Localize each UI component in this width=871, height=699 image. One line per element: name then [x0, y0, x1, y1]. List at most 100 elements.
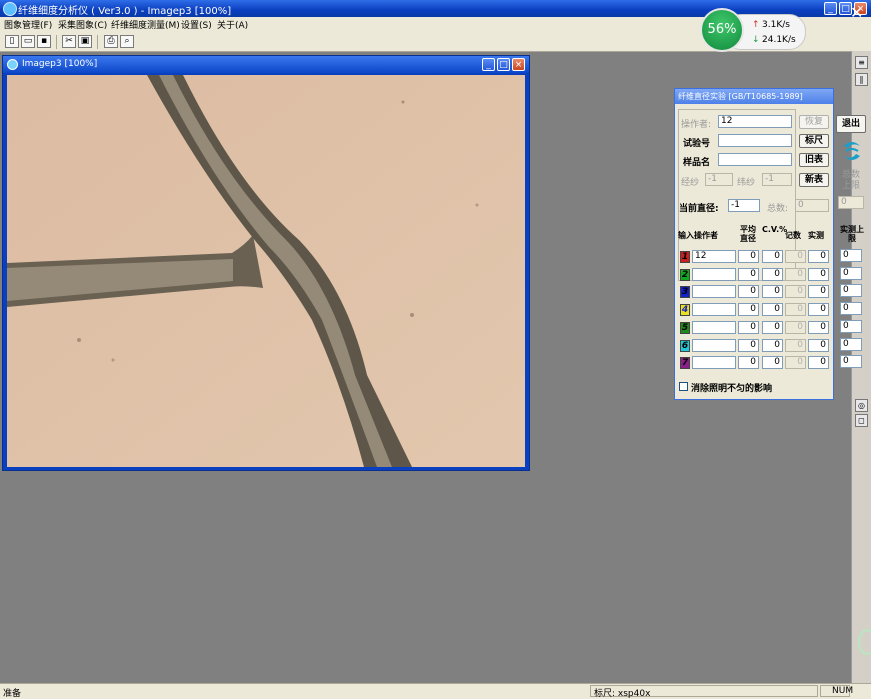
image-window-title: Imagep3 [100%] — [22, 59, 98, 69]
cv-cell[interactable]: 0 — [762, 356, 783, 369]
menu-about[interactable]: 关于(A) — [217, 18, 248, 31]
uneven-lighting-checkbox[interactable] — [679, 382, 688, 391]
measured-cell[interactable]: 0 — [808, 339, 829, 352]
uneven-lighting-label: 消除照明不匀的影响 — [691, 384, 773, 394]
row-number-swatch: 5 — [680, 322, 690, 334]
measured-limit-cell[interactable]: 0 — [840, 267, 862, 280]
capture-icon[interactable]: ▣ — [78, 35, 92, 48]
image-minimize-icon[interactable]: _ — [482, 58, 495, 71]
measured-cell[interactable]: 0 — [808, 303, 829, 316]
layers-icon[interactable]: ≡ — [855, 56, 868, 69]
current-diameter-label: 当前直径: — [679, 204, 719, 214]
operator-cell[interactable] — [692, 303, 736, 316]
avg-diameter-cell[interactable]: 0 — [738, 285, 759, 298]
fit-tool-icon[interactable]: ◻ — [855, 414, 868, 427]
row-number-swatch: 2 — [680, 269, 690, 281]
cv-cell[interactable]: 0 — [762, 321, 783, 334]
measured-limit-cell[interactable]: 0 — [840, 249, 862, 262]
status-bar: 准备 标尺: xsp40x NUM — [0, 683, 871, 699]
row-number-swatch: 4 — [680, 304, 690, 316]
status-num: NUM — [832, 686, 854, 696]
count-cell[interactable]: 0 — [785, 303, 806, 316]
restore-button[interactable]: 恢复 — [799, 115, 829, 129]
row-number-swatch: 3 — [680, 286, 690, 298]
image-maximize-icon[interactable]: □ — [497, 58, 510, 71]
app-title: 纤维细度分析仪 ( Ver3.0 ) - Imagep3 [100%] — [18, 6, 232, 17]
warp-field[interactable]: -1 — [705, 173, 733, 186]
cv-cell[interactable]: 0 — [762, 339, 783, 352]
measured-cell[interactable]: 0 — [808, 356, 829, 369]
new-table-button[interactable]: 新表 — [799, 173, 829, 187]
old-table-button[interactable]: 旧表 — [799, 153, 829, 167]
count-cell[interactable]: 0 — [785, 339, 806, 352]
measured-cell[interactable]: 0 — [808, 321, 829, 334]
menu-measure[interactable]: 纤维细度测量(M) — [111, 18, 180, 31]
cv-cell[interactable]: 0 — [762, 285, 783, 298]
avg-diameter-cell[interactable]: 0 — [738, 356, 759, 369]
save-icon[interactable]: ▪ — [37, 35, 51, 48]
cv-cell[interactable]: 0 — [762, 303, 783, 316]
operator-cell[interactable] — [692, 356, 736, 369]
new-file-icon[interactable]: ▯ — [5, 35, 19, 48]
exit-button[interactable]: 退出 — [836, 115, 866, 133]
fiber-image — [7, 75, 525, 467]
print-icon[interactable]: ⎙ — [104, 35, 118, 48]
count-cell[interactable]: 0 — [785, 285, 806, 298]
current-diameter-field[interactable]: -1 — [728, 199, 760, 212]
tools-icon[interactable]: ✂ — [62, 35, 76, 48]
menu-image-manage[interactable]: 图象管理(F) — [4, 18, 52, 31]
measured-limit-cell[interactable]: 0 — [840, 284, 862, 297]
print-preview-icon[interactable]: ⌕ — [120, 35, 134, 48]
total-field[interactable]: 0 — [795, 199, 829, 212]
down-arrow-icon: ↓ — [752, 35, 760, 45]
avg-diameter-cell[interactable]: 0 — [738, 339, 759, 352]
status-scale: 标尺: xsp40x — [594, 689, 651, 699]
avg-diameter-cell[interactable]: 0 — [738, 250, 759, 263]
image-window: Imagep3 [100%] _ □ × — [2, 55, 530, 471]
weft-field[interactable]: -1 — [762, 173, 792, 186]
count-cell[interactable]: 0 — [785, 250, 806, 263]
operator-cell[interactable] — [692, 321, 736, 334]
dialog-title: 纤维直径实验 [GB/T10685-1989] — [675, 89, 833, 104]
brush-icon[interactable]: ∥ — [855, 73, 868, 86]
sample-name-field[interactable] — [718, 153, 792, 166]
zoom-tool-icon[interactable]: ◎ — [855, 399, 868, 412]
menu-capture[interactable]: 采集图象(C) — [58, 18, 107, 31]
scale-button[interactable]: 标尺 — [799, 134, 829, 148]
avg-diameter-cell[interactable]: 0 — [738, 303, 759, 316]
measured-cell[interactable]: 0 — [808, 250, 829, 263]
widget-close-icon[interactable]: ✕ — [850, 3, 863, 22]
measured-limit-cell[interactable]: 0 — [840, 355, 862, 368]
total-limit-label: 总数上限 — [841, 170, 860, 191]
count-cell[interactable]: 0 — [785, 356, 806, 369]
operator-field[interactable]: 12 — [718, 115, 792, 128]
measured-limit-cell[interactable]: 0 — [840, 338, 862, 351]
operator-cell[interactable]: 12 — [692, 250, 736, 263]
operator-cell[interactable] — [692, 268, 736, 281]
operator-cell[interactable] — [692, 285, 736, 298]
test-no-field[interactable] — [718, 134, 792, 147]
weft-label: 纬纱 — [737, 178, 756, 188]
image-close-icon[interactable]: × — [512, 58, 525, 71]
floating-ball-icon[interactable] — [858, 629, 871, 655]
avg-diameter-cell[interactable]: 0 — [738, 268, 759, 281]
open-folder-icon[interactable]: ▭ — [21, 35, 35, 48]
measured-cell[interactable]: 0 — [808, 285, 829, 298]
cv-cell[interactable]: 0 — [762, 250, 783, 263]
fiber-micrograph[interactable] — [7, 75, 525, 467]
avg-diameter-cell[interactable]: 0 — [738, 321, 759, 334]
cv-cell[interactable]: 0 — [762, 268, 783, 281]
download-speed: ↓ 24.1K/s — [752, 35, 796, 45]
measured-limit-cell[interactable]: 0 — [840, 302, 862, 315]
measured-cell[interactable]: 0 — [808, 268, 829, 281]
warp-label: 经纱 — [681, 178, 700, 188]
count-cell[interactable]: 0 — [785, 321, 806, 334]
operator-cell[interactable] — [692, 339, 736, 352]
fiber-diameter-dialog: 纤维直径实验 [GB/T10685-1989] 操作者: 12 试验号 样品名 … — [674, 88, 834, 400]
minimize-icon[interactable]: _ — [824, 2, 837, 15]
count-cell[interactable]: 0 — [785, 268, 806, 281]
menu-settings[interactable]: 设置(S) — [181, 18, 212, 31]
total-limit-field[interactable]: 0 — [838, 196, 864, 209]
measured-limit-cell[interactable]: 0 — [840, 320, 862, 333]
row-number-swatch: 7 — [680, 357, 690, 369]
